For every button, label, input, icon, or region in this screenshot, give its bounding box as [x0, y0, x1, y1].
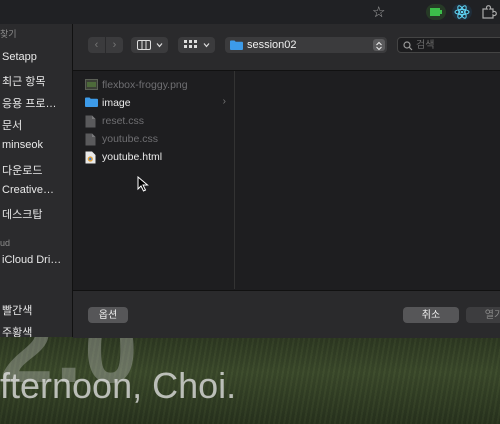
file-row-flexbox-froggy[interactable]: flexbox-froggy.png	[85, 77, 230, 93]
file-row-reset-css[interactable]: reset.css	[85, 113, 230, 129]
file-row-image-folder[interactable]: image ›	[85, 95, 230, 111]
chevron-down-icon	[203, 43, 210, 48]
sidebar-item-setapp[interactable]: Setapp	[2, 51, 37, 63]
sidebar-item-downloads[interactable]: 다운로드	[2, 162, 42, 178]
html-file-icon	[85, 151, 96, 164]
sidebar-tag-red[interactable]: 빨간색	[2, 302, 32, 318]
sidebar-tag-orange[interactable]: 주황색	[2, 324, 32, 337]
sidebar-item-icloud-drive[interactable]: iCloud Dri…	[2, 254, 61, 266]
search-input[interactable]	[416, 38, 496, 52]
sidebar-item-documents[interactable]: 문서	[2, 117, 22, 133]
desktop-greeting: fternoon, Choi.	[0, 365, 237, 406]
chevron-right-icon: ›	[222, 96, 226, 107]
file-column: flexbox-froggy.png image › reset.css you…	[73, 71, 235, 289]
finder-sidebar: 찾기 Setapp 최근 항목 응용 프로… 문서 minseok 다운로드 C…	[0, 24, 73, 337]
extension-battery-icon[interactable]	[426, 4, 446, 20]
open-file-dialog: ‹ › session02 검색 flexbox-froggy.png imag…	[73, 24, 500, 338]
dialog-footer: 옵션 취소 열기	[73, 290, 500, 338]
back-button[interactable]: ‹	[88, 37, 105, 53]
extension-react-icon[interactable]	[452, 4, 472, 20]
chevron-left-icon: ‹	[94, 39, 99, 51]
group-by-button[interactable]	[178, 37, 215, 53]
browser-toolbar: ☆	[0, 0, 500, 24]
folder-icon	[85, 97, 98, 107]
grid-view-icon	[184, 40, 197, 48]
document-icon	[85, 133, 96, 146]
sidebar-item-home[interactable]: minseok	[2, 139, 43, 151]
document-icon	[85, 115, 96, 128]
folder-icon	[230, 40, 243, 50]
open-button[interactable]: 열기	[466, 307, 500, 323]
columns-view-icon	[137, 40, 151, 50]
location-popup[interactable]: session02	[225, 37, 387, 53]
chevron-right-icon: ›	[112, 39, 117, 51]
image-file-icon	[85, 79, 98, 90]
forward-button[interactable]: ›	[106, 37, 123, 53]
chevron-down-icon	[156, 43, 163, 48]
sidebar-item-creative-cloud[interactable]: Creative…	[2, 184, 54, 196]
current-folder-label: session02	[247, 39, 297, 51]
search-field[interactable]	[397, 37, 500, 53]
extension-puzzle-icon[interactable]	[478, 4, 498, 20]
file-row-youtube-html[interactable]: youtube.html	[85, 149, 230, 165]
view-mode-button[interactable]	[131, 37, 168, 53]
file-row-youtube-css[interactable]: youtube.css	[85, 131, 230, 147]
search-icon	[403, 41, 413, 51]
cancel-button[interactable]: 취소	[403, 307, 459, 323]
mouse-pointer-icon	[137, 176, 149, 192]
options-button[interactable]: 옵션	[88, 307, 128, 323]
sidebar-item-recents[interactable]: 최근 항목	[2, 73, 46, 89]
sidebar-section-icloud: ud	[0, 238, 11, 248]
sidebar-item-desktop[interactable]: 데스크탑	[2, 206, 42, 222]
sidebar-section-favorites: 찾기	[0, 29, 17, 39]
sidebar-item-applications[interactable]: 응용 프로…	[2, 95, 57, 111]
dialog-toolbar: ‹ › session02 검색	[73, 24, 500, 71]
bookmark-star-icon[interactable]: ☆	[372, 3, 385, 21]
updown-chevron-icon	[373, 39, 385, 51]
